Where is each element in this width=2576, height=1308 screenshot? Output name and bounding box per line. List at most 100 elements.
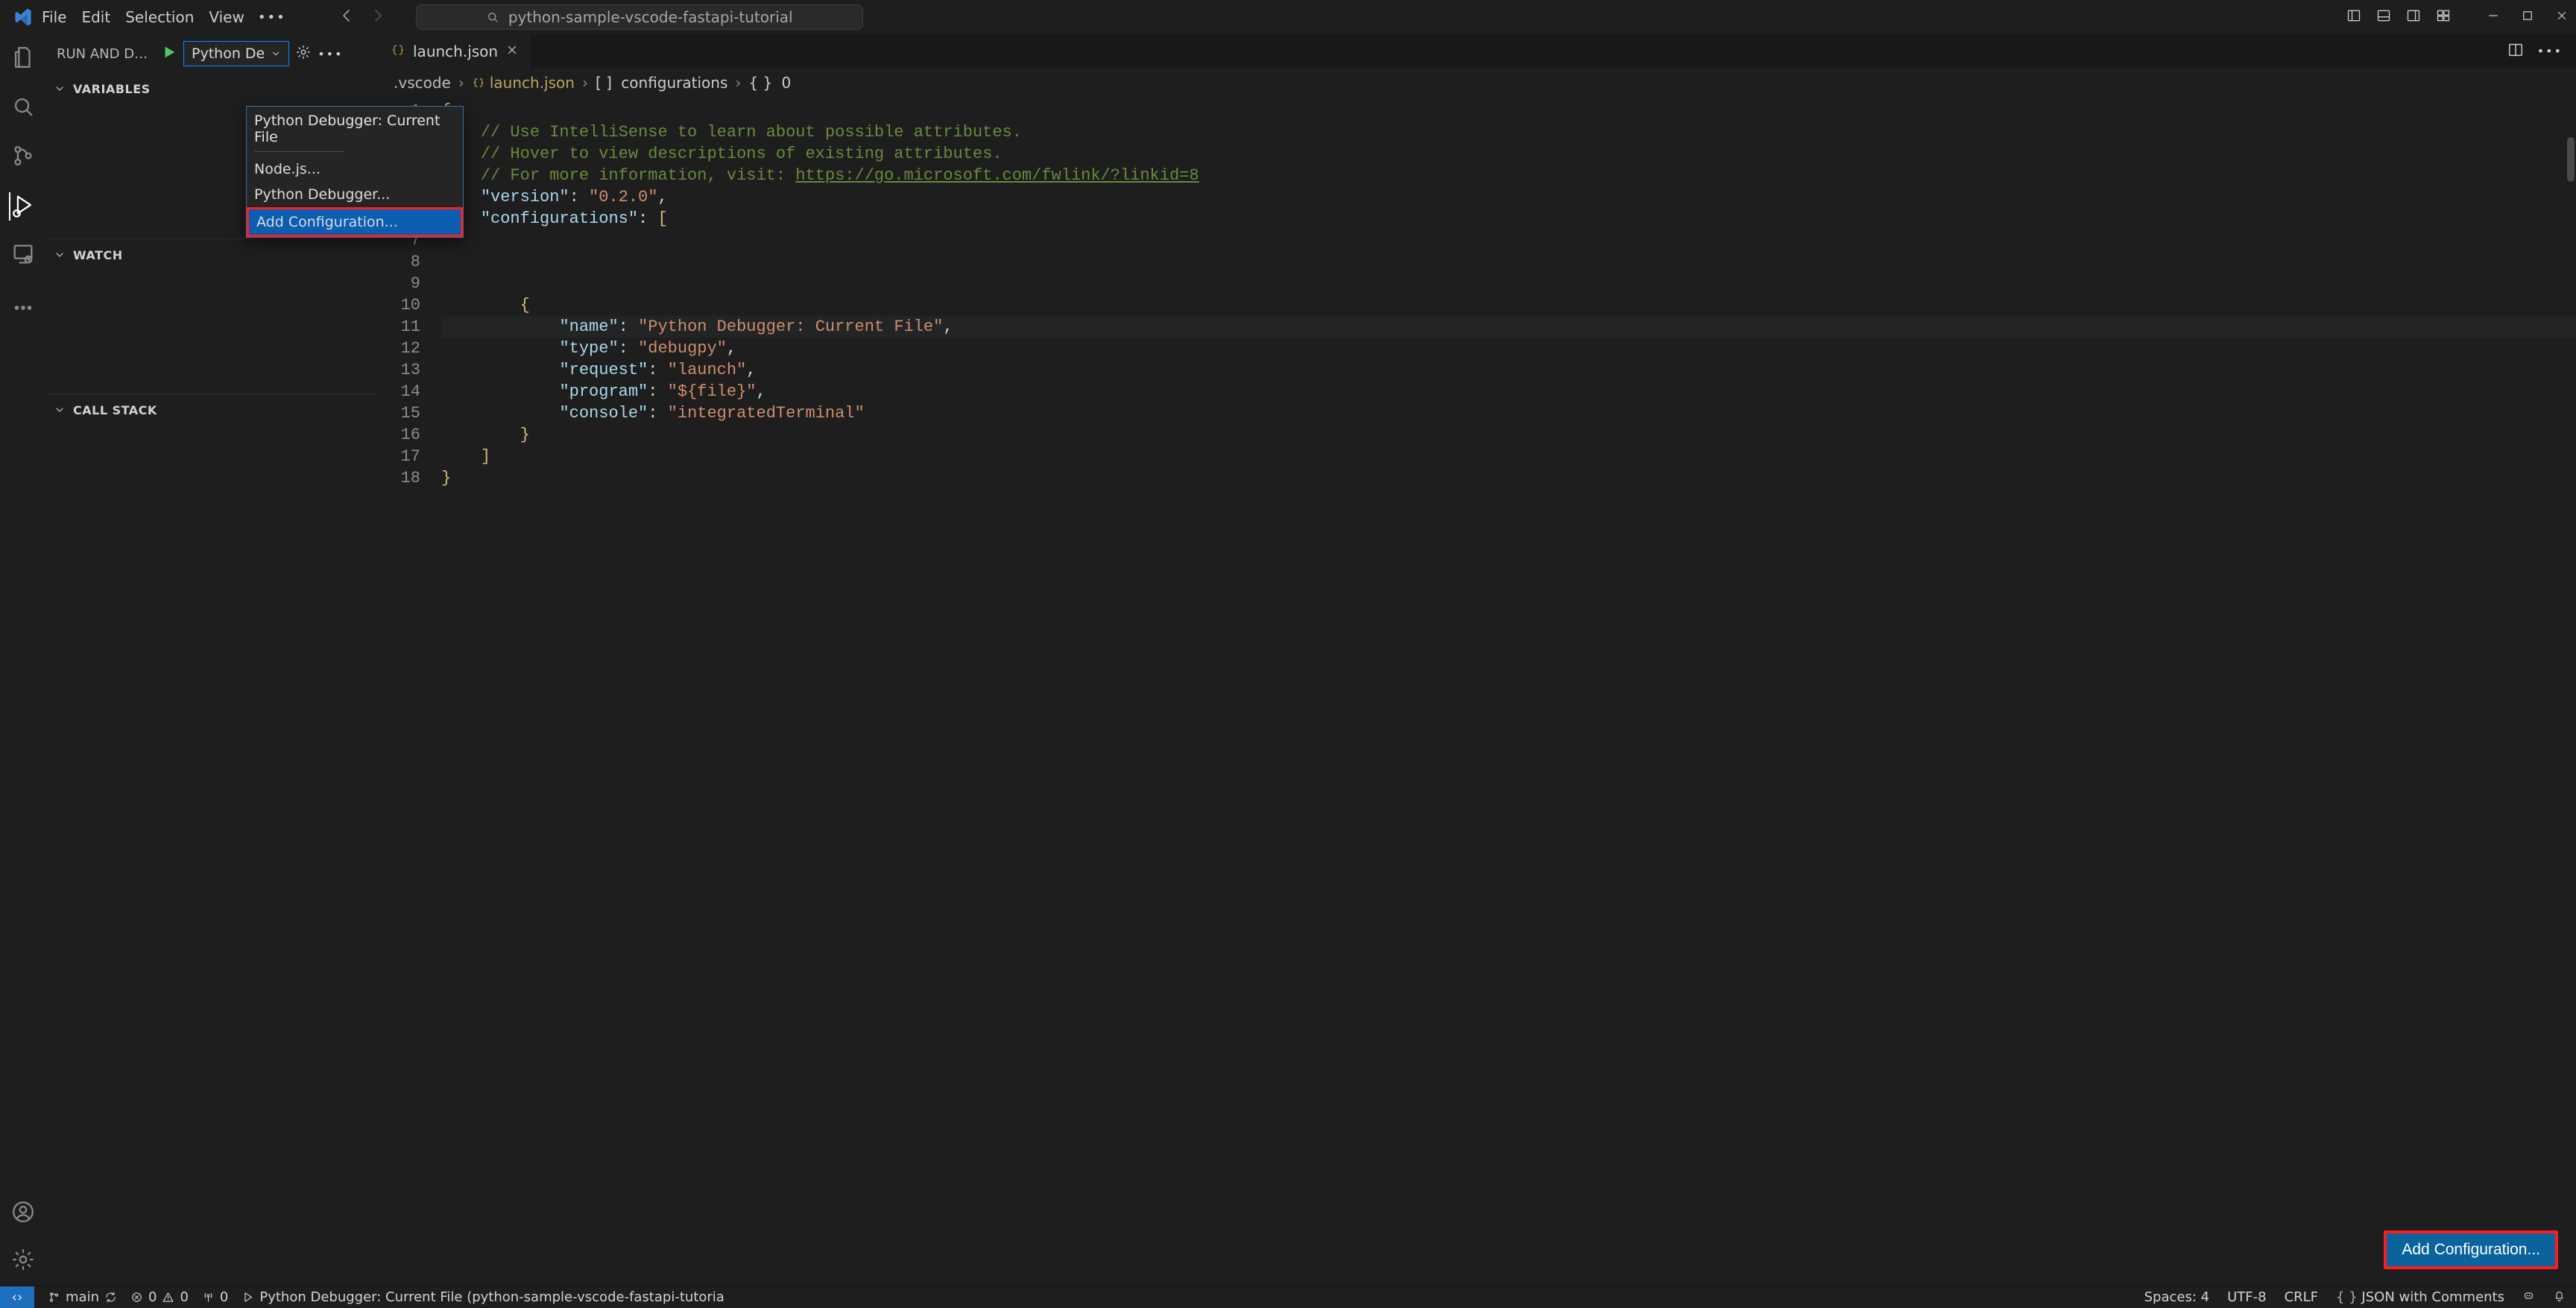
editor-tabs: launch.json ••• bbox=[379, 34, 2576, 69]
activity-scm-icon[interactable] bbox=[10, 143, 36, 171]
breadcrumb-file[interactable]: launch.json bbox=[472, 74, 575, 92]
split-editor-icon[interactable] bbox=[2507, 42, 2524, 61]
window-minimize-icon[interactable] bbox=[2487, 9, 2500, 25]
copilot-icon[interactable] bbox=[2522, 1289, 2535, 1306]
breadcrumb-folder[interactable]: .vscode bbox=[394, 74, 451, 92]
json-file-icon bbox=[391, 42, 405, 61]
add-configuration-button[interactable]: Add Configuration... bbox=[2384, 1230, 2558, 1269]
callstack-header[interactable]: CALL STACK bbox=[46, 394, 378, 426]
menu-view[interactable]: View bbox=[209, 8, 244, 26]
activity-accounts-icon[interactable] bbox=[10, 1199, 36, 1228]
breadcrumbs[interactable]: .vscode › launch.json › [ ] configuratio… bbox=[379, 69, 2576, 97]
status-debug-target[interactable]: Python Debugger: Current File (python-sa… bbox=[242, 1289, 724, 1305]
nav-forward-icon[interactable] bbox=[368, 7, 386, 28]
main-area: RUN AND DE... Python De ••• VARIABLES bbox=[0, 34, 2576, 1286]
breadcrumb-index-label: 0 bbox=[782, 74, 792, 92]
menu-edit[interactable]: Edit bbox=[81, 8, 110, 26]
tab-close-icon[interactable] bbox=[505, 42, 519, 60]
status-branch[interactable]: main bbox=[48, 1289, 117, 1305]
run-debug-panel: RUN AND DE... Python De ••• VARIABLES bbox=[46, 34, 379, 1286]
chevron-down-icon bbox=[54, 249, 66, 261]
variables-title: VARIABLES bbox=[73, 82, 151, 96]
dropdown-separator bbox=[254, 151, 344, 152]
chevron-right-icon: › bbox=[735, 74, 741, 92]
scrollbar-thumb[interactable] bbox=[2567, 137, 2575, 182]
callstack-section: CALL STACK bbox=[46, 394, 378, 1286]
activity-search-icon[interactable] bbox=[10, 94, 36, 122]
window-close-icon[interactable] bbox=[2555, 9, 2569, 25]
status-language-label: JSON with Comments bbox=[2361, 1289, 2504, 1305]
status-debug-target-text: Python Debugger: Current File (python-sa… bbox=[259, 1289, 724, 1305]
status-ports[interactable]: 0 bbox=[202, 1289, 228, 1305]
dropdown-item-nodejs[interactable]: Node.js... bbox=[247, 157, 463, 182]
chevron-down-icon bbox=[271, 48, 281, 59]
git-branch-icon bbox=[48, 1291, 60, 1304]
variables-header[interactable]: VARIABLES bbox=[46, 73, 378, 104]
status-bar: main 0 0 0 Python Debugger: Current File… bbox=[0, 1286, 2576, 1308]
status-language[interactable]: { } JSON with Comments bbox=[2336, 1289, 2504, 1305]
tab-label: launch.json bbox=[413, 42, 498, 60]
breadcrumb-array[interactable]: [ ] configurations bbox=[596, 74, 727, 92]
activity-more-icon[interactable] bbox=[10, 295, 36, 323]
menu-selection[interactable]: Selection bbox=[125, 8, 194, 26]
status-spaces[interactable]: Spaces: 4 bbox=[2144, 1289, 2209, 1305]
callstack-title: CALL STACK bbox=[73, 403, 157, 417]
panel-title: RUN AND DE... bbox=[57, 46, 154, 62]
breadcrumb-array-label: configurations bbox=[621, 74, 727, 92]
tab-launch-json[interactable]: launch.json bbox=[379, 34, 531, 68]
activity-run-debug-icon[interactable] bbox=[9, 192, 36, 221]
layout-panel-icon[interactable] bbox=[2376, 8, 2391, 26]
editor-more-icon[interactable]: ••• bbox=[2537, 44, 2563, 58]
watch-section: WATCH bbox=[46, 239, 378, 394]
radio-tower-icon bbox=[202, 1291, 215, 1304]
search-icon bbox=[486, 10, 499, 24]
nav-back-icon[interactable] bbox=[338, 7, 356, 28]
status-warnings: 0 bbox=[180, 1289, 188, 1305]
layout-customize-icon[interactable] bbox=[2436, 8, 2451, 26]
debug-more-icon[interactable]: ••• bbox=[318, 47, 343, 61]
title-bar: File Edit Selection View ••• python-samp… bbox=[0, 0, 2576, 34]
json-file-icon bbox=[472, 76, 485, 89]
nav-arrows bbox=[338, 7, 386, 28]
breadcrumb-file-label: launch.json bbox=[490, 74, 575, 92]
menu-file[interactable]: File bbox=[42, 8, 66, 26]
dropdown-item-add-configuration[interactable]: Add Configuration... bbox=[247, 207, 463, 237]
chevron-right-icon: › bbox=[582, 74, 588, 92]
title-bar-right bbox=[2346, 8, 2569, 26]
line-gutter: 123456789101112131415161718 bbox=[379, 97, 431, 1286]
layout-sidebar-right-icon[interactable] bbox=[2406, 8, 2421, 26]
status-problems[interactable]: 0 0 bbox=[130, 1289, 189, 1305]
activity-remote-explorer-icon[interactable] bbox=[10, 241, 36, 270]
remote-indicator[interactable] bbox=[0, 1286, 34, 1308]
menu-more-icon[interactable]: ••• bbox=[258, 10, 286, 25]
status-encoding[interactable]: UTF-8 bbox=[2227, 1289, 2266, 1305]
chevron-right-icon: › bbox=[458, 74, 464, 92]
code-content[interactable]: { // Use IntelliSense to learn about pos… bbox=[431, 97, 2576, 1286]
code-editor[interactable]: 123456789101112131415161718 { // Use Int… bbox=[379, 97, 2576, 1286]
start-debug-icon[interactable] bbox=[161, 44, 177, 63]
debug-config-select[interactable]: Python De bbox=[183, 41, 289, 66]
editor-group: launch.json ••• .vscode › launch.json › … bbox=[379, 34, 2576, 1286]
window-maximize-icon[interactable] bbox=[2521, 9, 2534, 25]
dropdown-group-label: Python Debugger: Current File bbox=[247, 107, 463, 148]
warning-icon bbox=[162, 1291, 174, 1304]
notifications-icon[interactable] bbox=[2553, 1289, 2566, 1306]
dropdown-item-python-debugger[interactable]: Python Debugger... bbox=[247, 182, 463, 207]
command-center-text: python-sample-vscode-fastapi-tutorial bbox=[508, 8, 793, 26]
activity-explorer-icon[interactable] bbox=[10, 45, 36, 73]
breadcrumb-object[interactable]: { } 0 bbox=[748, 74, 791, 92]
vscode-logo-icon bbox=[12, 6, 34, 28]
chevron-down-icon bbox=[54, 404, 66, 416]
activity-bar bbox=[0, 34, 46, 1286]
watch-header[interactable]: WATCH bbox=[46, 239, 378, 271]
menu-bar: File Edit Selection View bbox=[42, 8, 244, 26]
status-eol[interactable]: CRLF bbox=[2285, 1289, 2318, 1305]
status-ports-count: 0 bbox=[220, 1289, 228, 1305]
layout-sidebar-left-icon[interactable] bbox=[2346, 8, 2361, 26]
run-debug-header: RUN AND DE... Python De ••• bbox=[46, 34, 378, 73]
debug-config-gear-icon[interactable] bbox=[295, 44, 312, 63]
chevron-down-icon bbox=[54, 83, 66, 95]
command-center[interactable]: python-sample-vscode-fastapi-tutorial bbox=[416, 4, 863, 30]
sync-icon[interactable] bbox=[104, 1291, 117, 1304]
activity-settings-icon[interactable] bbox=[10, 1247, 36, 1275]
